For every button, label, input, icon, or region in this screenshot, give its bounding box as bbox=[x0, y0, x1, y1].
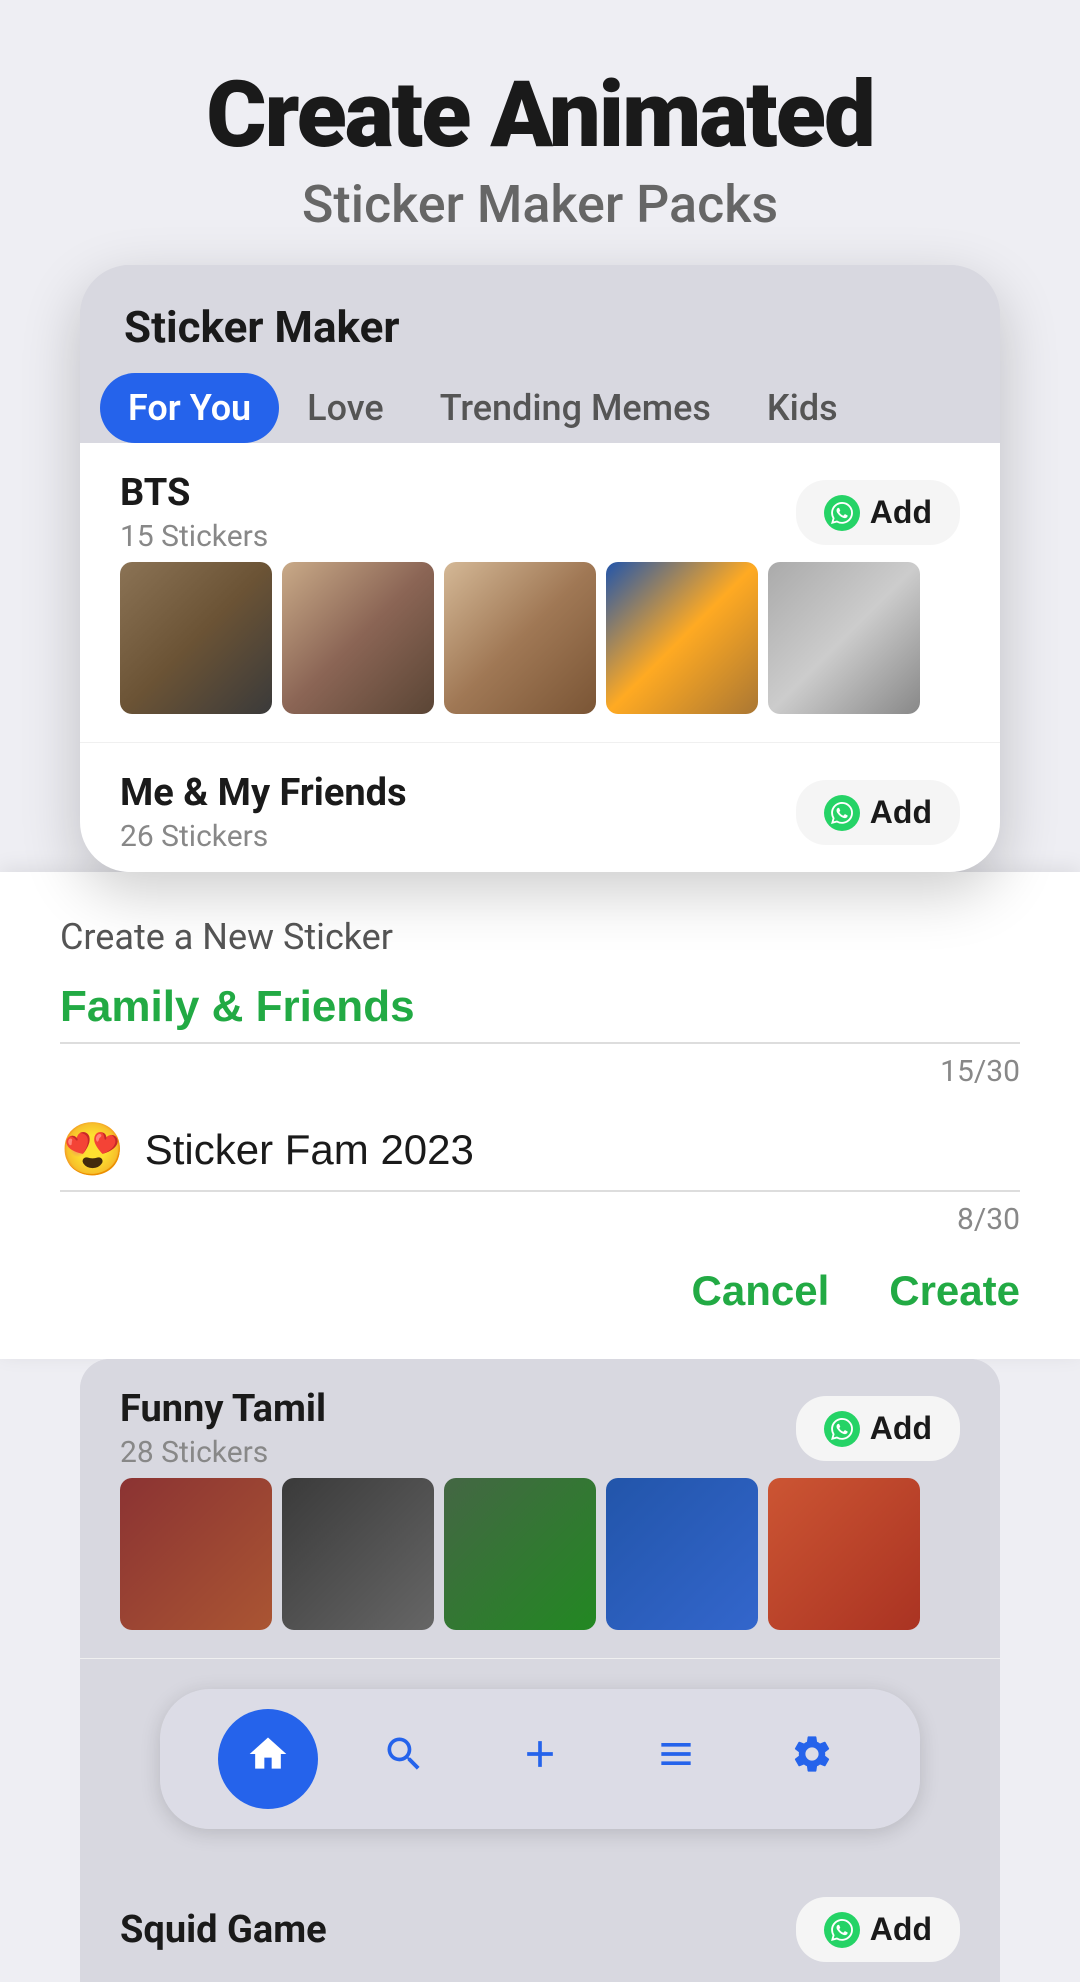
sticker-pack-char-count: 8/30 bbox=[60, 1202, 1020, 1237]
whatsapp-icon-squid bbox=[824, 1912, 860, 1948]
funny-thumb-1[interactable] bbox=[120, 1478, 272, 1630]
squid-add-button[interactable]: Add bbox=[796, 1897, 960, 1962]
category-tabs: For You Love Trending Memes Kids bbox=[80, 373, 1000, 443]
funny-add-button[interactable]: Add bbox=[796, 1396, 960, 1461]
settings-icon bbox=[790, 1732, 834, 1787]
friends-pack-count: 26 Stickers bbox=[120, 819, 407, 854]
funny-thumbnails bbox=[120, 1478, 960, 1630]
bottom-navigation bbox=[160, 1689, 920, 1829]
home-icon bbox=[246, 1732, 290, 1787]
add-icon bbox=[518, 1732, 562, 1787]
bts-pack-count: 15 Stickers bbox=[120, 519, 268, 554]
bts-thumb-4[interactable] bbox=[606, 562, 758, 714]
nav-add[interactable] bbox=[490, 1709, 590, 1809]
phone-mockup: Sticker Maker For You Love Trending Meme… bbox=[80, 265, 1000, 872]
sticker-pack-name-input[interactable] bbox=[145, 1126, 1020, 1174]
funny-pack-count: 28 Stickers bbox=[120, 1435, 326, 1470]
app-title: Sticker Maker bbox=[80, 265, 1000, 373]
pack-emoji: 😍 bbox=[60, 1119, 125, 1180]
whatsapp-icon-bts bbox=[824, 495, 860, 531]
whatsapp-icon-funny bbox=[824, 1411, 860, 1447]
cancel-button[interactable]: Cancel bbox=[692, 1267, 830, 1315]
bts-thumb-1[interactable] bbox=[120, 562, 272, 714]
squid-game-row: Squid Game Add bbox=[80, 1869, 1000, 1982]
nav-settings[interactable] bbox=[762, 1709, 862, 1809]
create-button[interactable]: Create bbox=[889, 1267, 1020, 1315]
squid-pack-name: Squid Game bbox=[120, 1908, 327, 1952]
tab-kids[interactable]: Kids bbox=[739, 373, 866, 443]
pack-name-input-row bbox=[60, 982, 1020, 1044]
nav-search[interactable] bbox=[354, 1709, 454, 1809]
bts-add-button[interactable]: Add bbox=[796, 480, 960, 545]
funny-pack-name: Funny Tamil bbox=[120, 1387, 326, 1431]
bts-pack-name: BTS bbox=[120, 471, 268, 515]
friends-pack-name: Me & My Friends bbox=[120, 771, 407, 815]
funny-thumb-2[interactable] bbox=[282, 1478, 434, 1630]
bts-thumb-3[interactable] bbox=[444, 562, 596, 714]
create-section-label: Create a New Sticker bbox=[60, 916, 1020, 958]
header-title-line2: Sticker Maker Packs bbox=[60, 174, 1020, 235]
friends-add-button[interactable]: Add bbox=[796, 780, 960, 845]
pack-name-char-count: 15/30 bbox=[60, 1054, 1020, 1089]
funny-thumb-3[interactable] bbox=[444, 1478, 596, 1630]
funny-thumb-4[interactable] bbox=[606, 1478, 758, 1630]
funny-thumb-5[interactable] bbox=[768, 1478, 920, 1630]
sticker-pack-option: 😍 bbox=[60, 1119, 1020, 1192]
bottom-nav-container bbox=[80, 1689, 1000, 1869]
whatsapp-icon-friends bbox=[824, 795, 860, 831]
friends-add-label: Add bbox=[870, 794, 932, 831]
bts-thumb-2[interactable] bbox=[282, 562, 434, 714]
create-section: Create a New Sticker 15/30 😍 8/30 Cancel… bbox=[0, 872, 1080, 1359]
squid-add-label: Add bbox=[870, 1911, 932, 1948]
tab-love[interactable]: Love bbox=[279, 373, 412, 443]
nav-collections[interactable] bbox=[626, 1709, 726, 1809]
bts-pack: BTS 15 Stickers Add bbox=[80, 443, 1000, 872]
funny-add-label: Add bbox=[870, 1410, 932, 1447]
header-title-line1: Create Animated bbox=[60, 70, 1020, 162]
collections-icon bbox=[654, 1732, 698, 1787]
action-buttons: Cancel Create bbox=[60, 1267, 1020, 1315]
funny-tamil-section: Funny Tamil 28 Stickers Add bbox=[80, 1359, 1000, 1982]
bts-thumbnails bbox=[120, 562, 960, 714]
tab-trending-memes[interactable]: Trending Memes bbox=[412, 373, 739, 443]
bts-thumb-5[interactable] bbox=[768, 562, 920, 714]
tab-for-you[interactable]: For You bbox=[100, 373, 279, 443]
pack-name-input[interactable] bbox=[60, 982, 1020, 1032]
search-icon bbox=[382, 1732, 426, 1787]
bts-add-label: Add bbox=[870, 494, 932, 531]
page-header: Create Animated Sticker Maker Packs bbox=[0, 0, 1080, 265]
nav-home[interactable] bbox=[218, 1709, 318, 1809]
